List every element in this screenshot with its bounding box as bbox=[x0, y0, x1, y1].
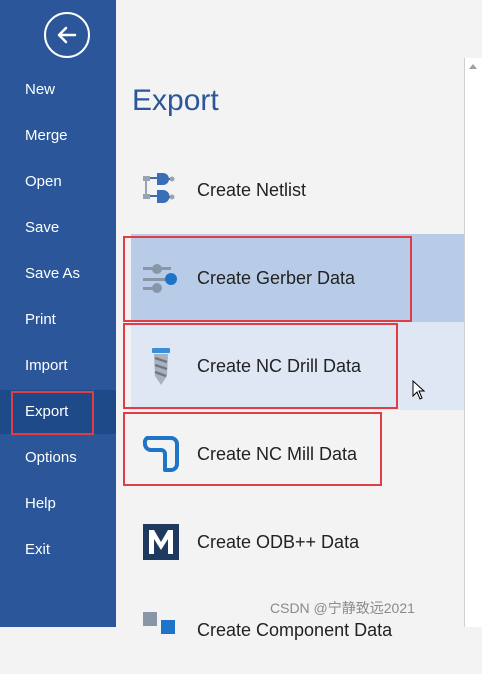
sidebar-item-exit[interactable]: Exit bbox=[0, 528, 116, 572]
sidebar-item-save[interactable]: Save bbox=[0, 206, 116, 250]
mouse-cursor-icon bbox=[412, 380, 426, 400]
component-icon bbox=[143, 612, 175, 634]
create-gerber-label: Create Gerber Data bbox=[197, 268, 356, 288]
sidebar-item-open[interactable]: Open bbox=[0, 160, 116, 204]
create-nc-mill-item[interactable]: Create NC Mill Data bbox=[131, 410, 464, 498]
create-nc-drill-label: Create NC Drill Data bbox=[197, 356, 362, 376]
sidebar-item-save-as[interactable]: Save As bbox=[0, 252, 116, 296]
drill-icon bbox=[152, 348, 170, 385]
mill-icon bbox=[142, 436, 179, 472]
backstage-sidebar: New Merge Open Save Save As Print Import… bbox=[0, 0, 116, 627]
back-arrow-icon bbox=[57, 26, 77, 44]
create-odb-label: Create ODB++ Data bbox=[197, 532, 360, 552]
vertical-scrollbar[interactable] bbox=[464, 58, 482, 627]
create-netlist-label: Create Netlist bbox=[197, 180, 307, 200]
odb-icon bbox=[143, 524, 179, 560]
sidebar-item-new[interactable]: New bbox=[0, 68, 116, 112]
scroll-up-icon[interactable] bbox=[469, 64, 477, 69]
sidebar-item-help[interactable]: Help bbox=[0, 482, 116, 526]
create-nc-mill-label: Create NC Mill Data bbox=[197, 444, 358, 464]
back-button[interactable] bbox=[44, 12, 90, 58]
export-panel: Export Create Netlist Create Gerber Data bbox=[116, 0, 464, 640]
sidebar-item-import[interactable]: Import bbox=[0, 344, 116, 388]
netlist-icon bbox=[143, 173, 175, 203]
create-odb-item[interactable]: Create ODB++ Data bbox=[131, 498, 464, 586]
gerber-icon bbox=[143, 264, 177, 293]
sidebar-item-print[interactable]: Print bbox=[0, 298, 116, 342]
sidebar-item-merge[interactable]: Merge bbox=[0, 114, 116, 158]
watermark: CSDN @宁静致远2021 bbox=[270, 600, 415, 616]
create-gerber-item[interactable]: Create Gerber Data bbox=[131, 234, 464, 322]
page-title: Export bbox=[132, 84, 219, 117]
sidebar-item-export[interactable]: Export bbox=[0, 390, 116, 434]
sidebar-item-options[interactable]: Options bbox=[0, 436, 116, 480]
create-netlist-item[interactable]: Create Netlist bbox=[131, 146, 464, 234]
